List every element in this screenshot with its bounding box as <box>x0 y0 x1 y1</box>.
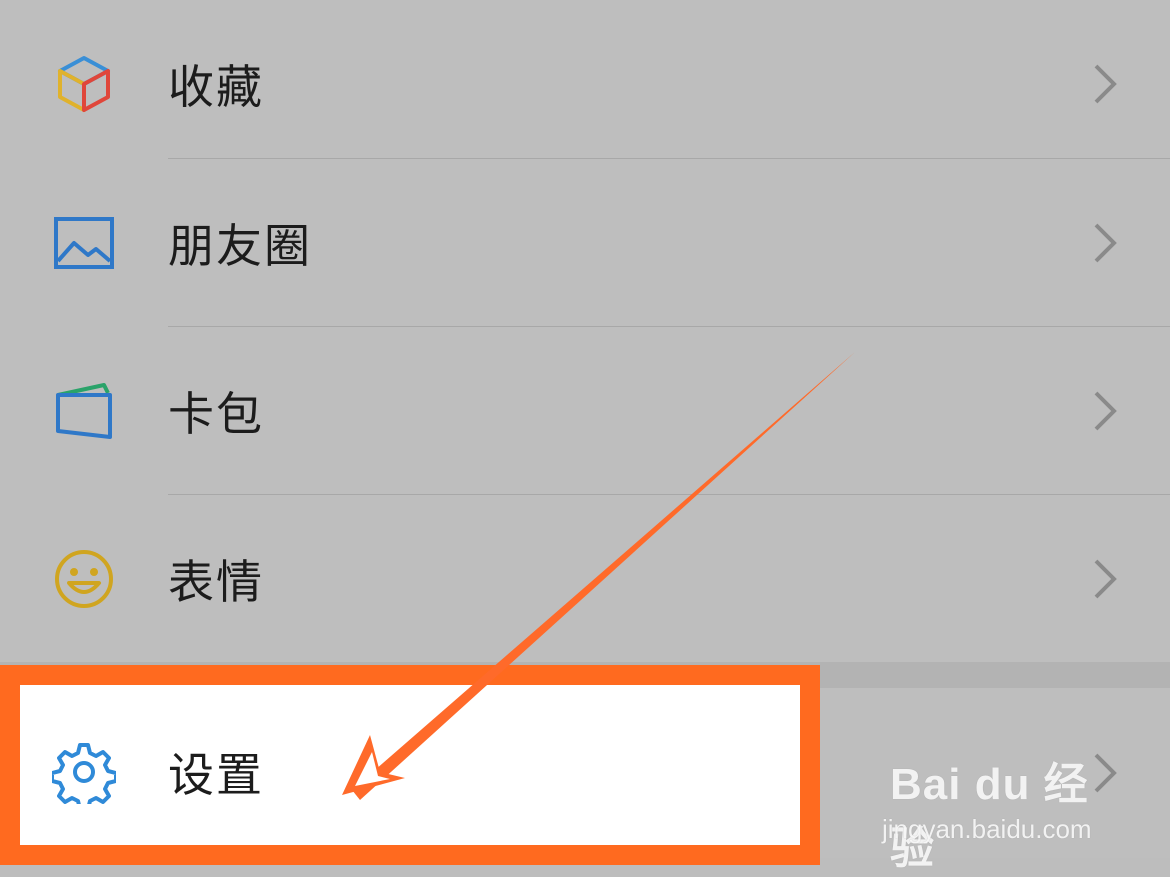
menu-item-label: 卡包 <box>168 387 264 441</box>
smiley-face-icon <box>55 550 113 608</box>
watermark-url: jingyan.baidu.com <box>882 814 1092 844</box>
menu-item-label: 收藏 <box>168 60 264 114</box>
settings-label: 设置 <box>168 748 264 802</box>
menu-item-favorites[interactable]: 收藏 <box>0 0 1170 168</box>
baidu-watermark: Bai du 经验 jingyan.baidu.com <box>882 748 1110 873</box>
menu-item-stickers[interactable]: 表情 <box>0 495 1170 663</box>
menu-item-label: 朋友圈 <box>168 219 312 273</box>
menu-item-moments[interactable]: 朋友圈 <box>0 159 1170 327</box>
menu-item-card-wallet[interactable]: 卡包 <box>0 327 1170 495</box>
highlight-box <box>0 665 820 865</box>
gear-icon <box>52 743 116 804</box>
chevron-right-icon <box>1094 391 1117 431</box>
chevron-right-icon <box>1094 64 1117 104</box>
card-wallet-icon <box>56 383 112 439</box>
chevron-right-icon <box>1094 559 1117 599</box>
watermark-brand: Bai du 经验 <box>890 760 1089 873</box>
menu-item-label: 表情 <box>168 555 264 609</box>
moments-image-icon <box>54 217 114 269</box>
favorites-cube-icon <box>58 56 110 112</box>
chevron-right-icon <box>1094 223 1117 263</box>
